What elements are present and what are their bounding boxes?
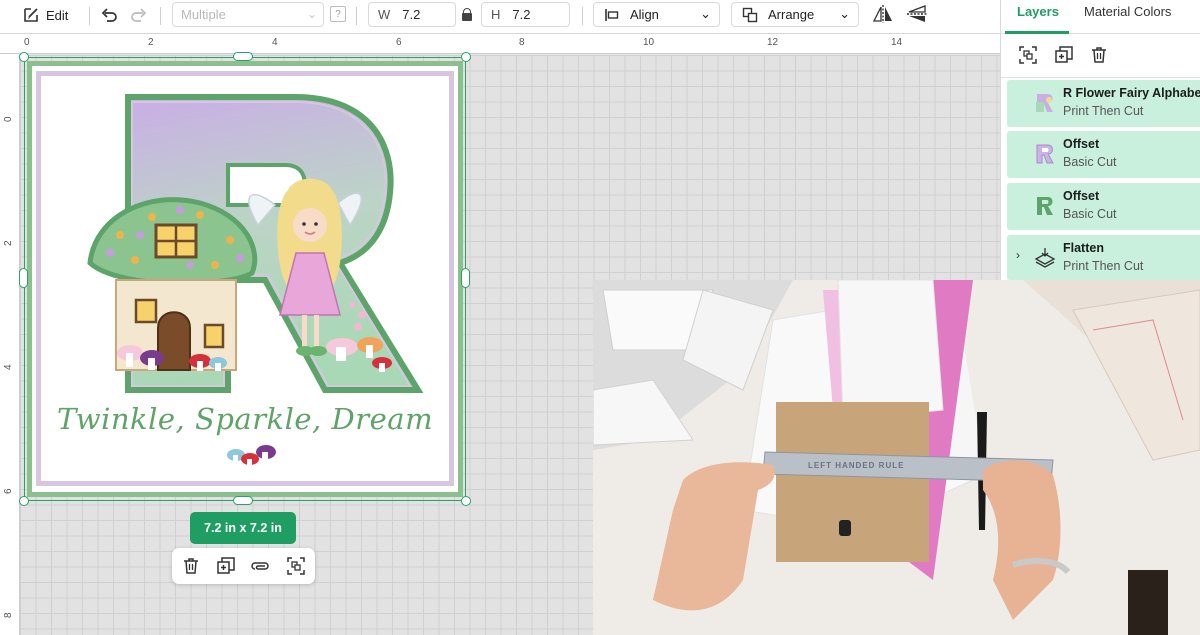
layer-item[interactable]: Offset Basic Cut (1007, 183, 1200, 230)
webcam-video-overlay: LEFT HANDED RULE (593, 280, 1200, 635)
chevron-down-icon: ⌄ (839, 6, 850, 21)
align-icon (605, 8, 619, 21)
ruler-tick: 6 (396, 37, 402, 48)
ruler-tick: 2 (3, 240, 14, 246)
toolbar-divider (582, 7, 583, 25)
resize-handle-top-right[interactable] (461, 52, 471, 62)
undo-icon (101, 8, 117, 22)
edit-button[interactable]: Edit (22, 0, 68, 30)
ruler-tick: 8 (519, 37, 525, 48)
layer-type: Basic Cut (1063, 207, 1117, 221)
ruler-tick: 8 (3, 612, 14, 618)
ruler-tick: 0 (24, 37, 30, 48)
align-button[interactable]: Align ⌄ (593, 2, 720, 27)
width-label: W (378, 7, 391, 22)
redo-icon (131, 8, 147, 22)
toolbar-divider (89, 7, 90, 25)
flip-vertical-icon[interactable] (906, 4, 928, 24)
edit-icon (24, 8, 38, 22)
size-badge: 7.2 in x 7.2 in (190, 512, 296, 544)
layer-type: Print Then Cut (1063, 104, 1144, 118)
r-print-thumb-icon (1036, 94, 1053, 112)
layer-name: Flatten (1063, 241, 1104, 255)
width-field[interactable]: W 7.2 (368, 2, 456, 27)
r-green-thumb-icon (1037, 197, 1053, 215)
ruler-label: LEFT HANDED RULE (808, 461, 904, 470)
height-label: H (491, 7, 501, 22)
resize-handle-top[interactable] (233, 52, 253, 61)
layer-type: Basic Cut (1063, 155, 1117, 169)
width-value: 7.2 (402, 7, 421, 22)
layer-item[interactable]: R Flower Fairy Alphabet Print Then Cut (1007, 80, 1200, 127)
tab-material-colors[interactable]: Material Colors (1084, 4, 1171, 19)
resize-handle-top-left[interactable] (19, 52, 29, 62)
delete-icon[interactable] (1089, 45, 1109, 65)
ruler-tick: 2 (148, 37, 154, 48)
top-toolbar: Edit Multiple ⌄ ? W 7.2 H 7.2 Align ⌄ Ar… (0, 0, 1000, 34)
align-label: Align (630, 7, 659, 22)
undo-button[interactable] (100, 0, 118, 30)
resize-handle-left[interactable] (19, 268, 28, 288)
flip-horizontal-icon[interactable] (873, 4, 893, 24)
toolbar-divider (160, 7, 161, 25)
r-lilac-thumb-icon (1036, 144, 1054, 164)
ruler-tick: 12 (767, 37, 779, 48)
ruler-tick: 0 (3, 116, 14, 122)
attach-icon[interactable] (251, 556, 271, 576)
height-value: 7.2 (512, 7, 531, 22)
layer-name: Offset (1063, 137, 1100, 151)
layer-item[interactable]: Offset Basic Cut (1007, 131, 1200, 178)
redo-button[interactable] (130, 0, 148, 30)
arrange-button[interactable]: Arrange ⌄ (731, 2, 859, 27)
selection-box[interactable] (24, 57, 466, 501)
group-icon[interactable] (286, 556, 306, 576)
panel-tabs: Layers Material Colors (1001, 0, 1200, 34)
arrange-icon (742, 7, 758, 22)
duplicate-icon[interactable] (216, 556, 236, 576)
ruler-tick: 10 (643, 37, 655, 48)
help-icon[interactable]: ? (330, 6, 346, 22)
ruler-tick: 4 (272, 37, 278, 48)
duplicate-icon[interactable] (1054, 45, 1074, 65)
layers-panel: Layers Material Colors R Flower Fairy Al… (1000, 0, 1200, 280)
chevron-down-icon: ⌄ (306, 7, 317, 21)
operation-select[interactable]: Multiple ⌄ (172, 2, 324, 27)
lock-icon[interactable] (462, 8, 472, 21)
layer-name: Offset (1063, 189, 1100, 203)
resize-handle-right[interactable] (461, 268, 470, 288)
delete-icon[interactable] (181, 556, 201, 576)
flatten-icon (1034, 248, 1056, 268)
tab-layers[interactable]: Layers (1017, 4, 1059, 19)
ruler-tick: 14 (891, 37, 903, 48)
vertical-ruler: 0 2 4 6 8 (0, 54, 20, 635)
chevron-down-icon: ⌄ (700, 6, 711, 21)
ruler-tick: 4 (3, 364, 14, 370)
layer-actions (1001, 34, 1200, 78)
ruler-tick: 6 (3, 488, 14, 494)
resize-handle-bottom-right[interactable] (461, 496, 471, 506)
toolbar-divider (356, 7, 357, 25)
resize-handle-bottom[interactable] (233, 496, 253, 505)
layer-name: R Flower Fairy Alphabet (1063, 86, 1200, 100)
height-field[interactable]: H 7.2 (481, 2, 570, 27)
layer-item[interactable]: › Flatten Print Then Cut (1007, 235, 1200, 280)
horizontal-ruler: 0 2 4 6 8 10 12 14 (0, 34, 1000, 54)
arrange-label: Arrange (768, 7, 815, 22)
group-icon[interactable] (1018, 45, 1038, 65)
chevron-right-icon[interactable]: › (1016, 248, 1020, 262)
edit-label: Edit (46, 7, 69, 23)
selection-quick-actions (172, 548, 315, 584)
layer-type: Print Then Cut (1063, 259, 1144, 273)
operation-select-value: Multiple (181, 7, 226, 22)
video-frame-image: LEFT HANDED RULE (593, 280, 1200, 635)
resize-handle-bottom-left[interactable] (19, 496, 29, 506)
